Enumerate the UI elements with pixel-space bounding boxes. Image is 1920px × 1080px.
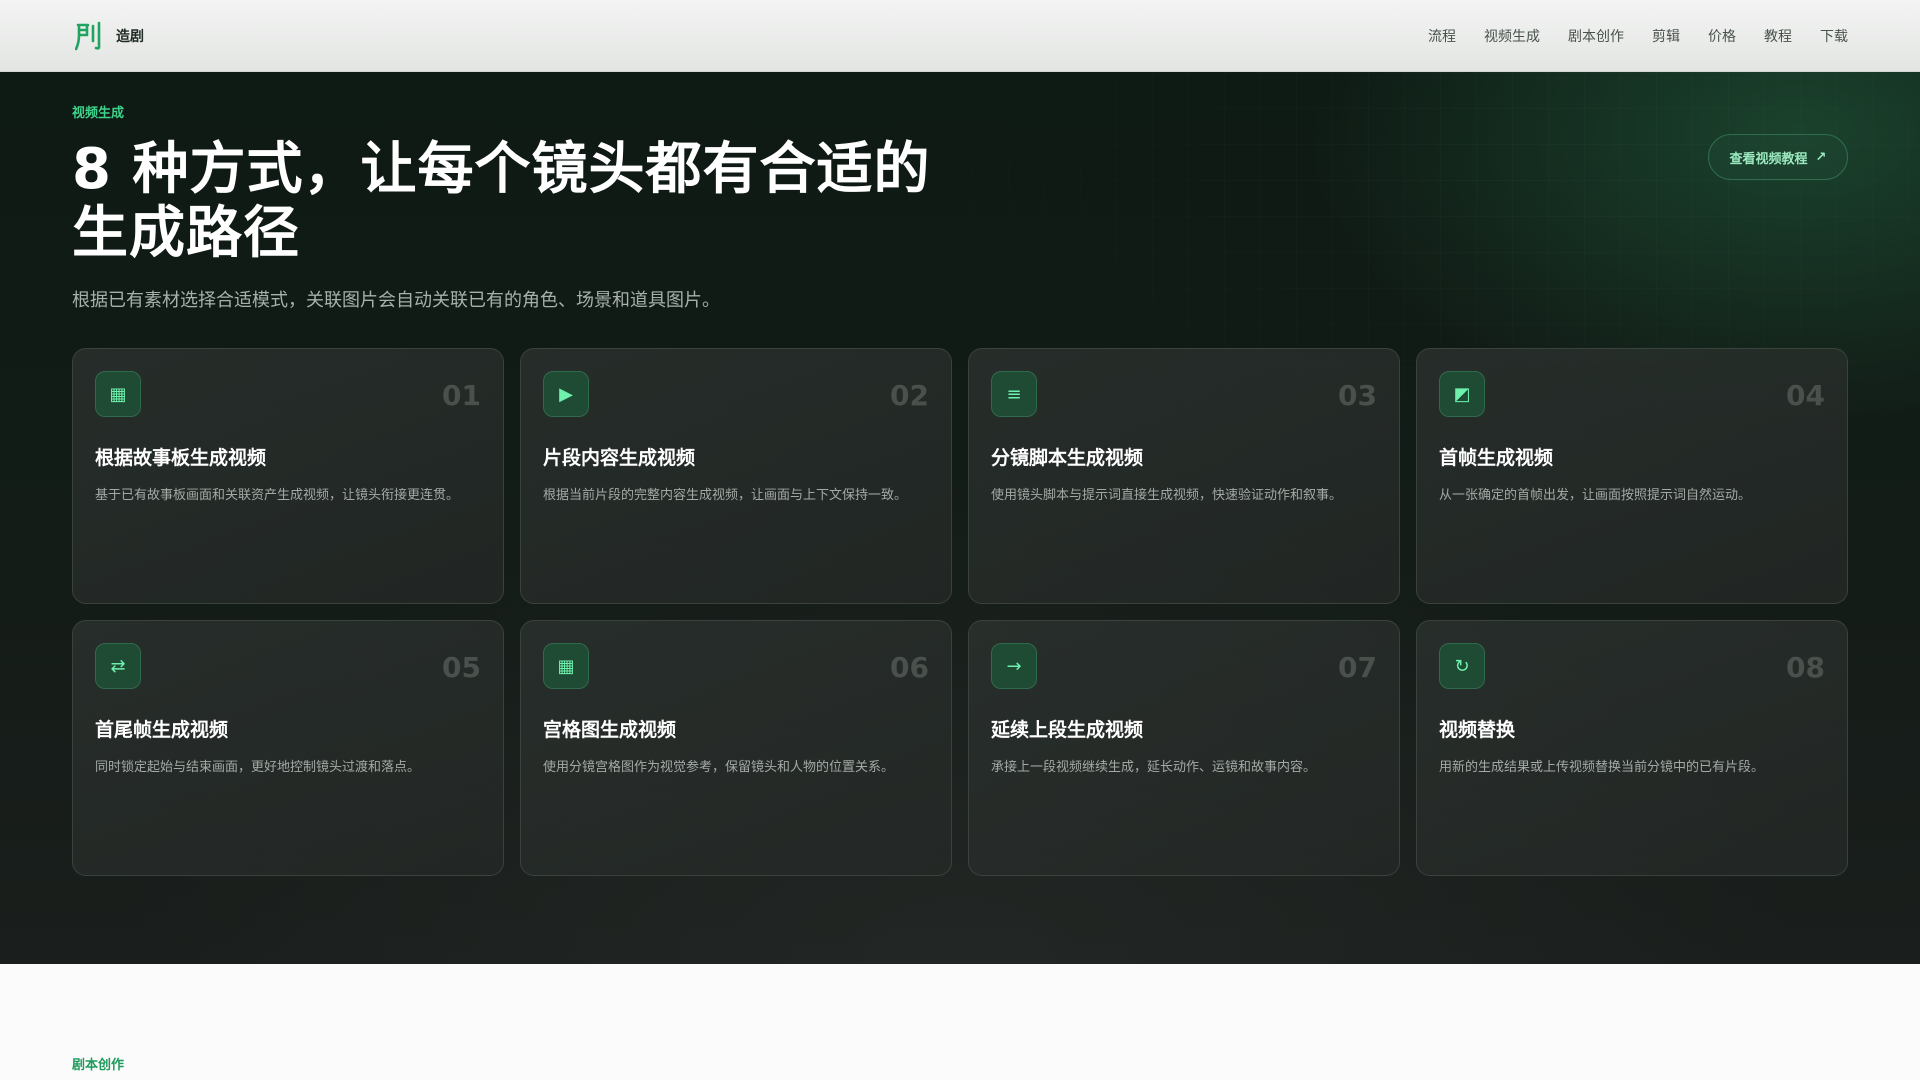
nav-item-pricing[interactable]: 价格 (1708, 26, 1736, 46)
card-title: 首尾帧生成视频 (95, 719, 229, 741)
card-description: 基于已有故事板画面和关联资产生成视频，让镜头衔接更连贯。 (95, 488, 460, 503)
card-title: 宫格图生成视频 (543, 719, 677, 741)
mode-card-storyboard[interactable]: ▦ 01 根据故事板生成视频 基于已有故事板画面和关联资产生成视频，让镜头衔接更… (72, 348, 504, 604)
grid-icon: ▦ (95, 371, 141, 417)
card-number: 01 (442, 379, 481, 412)
section-eyebrow: 视频生成 (72, 106, 125, 121)
card-title: 分镜脚本生成视频 (991, 447, 1144, 469)
mode-card-segment-content[interactable]: ▶ 02 片段内容生成视频 根据当前片段的完整内容生成视频，让画面与上下文保持一… (520, 348, 952, 604)
mode-card-continue-previous[interactable]: → 07 延续上段生成视频 承接上一段视频继续生成，延长动作、运镜和故事内容。 (968, 620, 1400, 876)
page-title: 8 种方式，让每个镜头都有合适的 生成路径 (72, 138, 952, 266)
list-icon: ≡ (991, 371, 1037, 417)
frame-icon: ◩ (1439, 371, 1485, 417)
nav-item-script-writing[interactable]: 剧本创作 (1568, 26, 1624, 46)
card-title: 视频替换 (1439, 719, 1516, 741)
card-number: 06 (890, 651, 929, 684)
card-title: 延续上段生成视频 (991, 719, 1144, 741)
card-title: 首帧生成视频 (1439, 447, 1554, 469)
mode-card-shot-script[interactable]: ≡ 03 分镜脚本生成视频 使用镜头脚本与提示词直接生成视频，快速验证动作和叙事… (968, 348, 1400, 604)
swap-arrows-icon: ⇄ (95, 643, 141, 689)
section-subtitle: 根据已有素材选择合适模式，关联图片会自动关联已有的角色、场景和道具图片。 (72, 290, 720, 311)
mode-card-grid-image[interactable]: ▦ 06 宫格图生成视频 使用分镜宫格图作为视觉参考，保留镜头和人物的位置关系。 (520, 620, 952, 876)
title-line-1: 8 种方式，让每个镜头都有合适的 (72, 137, 931, 202)
card-description: 使用镜头脚本与提示词直接生成视频，快速验证动作和叙事。 (991, 488, 1343, 503)
arrow-right-icon: → (991, 643, 1037, 689)
card-title: 根据故事板生成视频 (95, 447, 267, 469)
brand-logo-icon (72, 20, 104, 52)
card-title: 片段内容生成视频 (543, 447, 696, 469)
view-video-tutorial-button[interactable]: 查看视频教程 ↗ (1708, 134, 1848, 180)
card-description: 用新的生成结果或上传视频替换当前分镜中的已有片段。 (1439, 760, 1765, 775)
nav-item-flow[interactable]: 流程 (1428, 26, 1456, 46)
card-number: 03 (1338, 379, 1377, 412)
card-description: 使用分镜宫格图作为视觉参考，保留镜头和人物的位置关系。 (543, 760, 895, 775)
section-eyebrow: 剧本创作 (72, 1058, 125, 1073)
card-number: 05 (442, 651, 481, 684)
top-navigation-bar: 造剧 流程 视频生成 剧本创作 剪辑 价格 教程 下载 (0, 0, 1920, 72)
generation-mode-cards: ▦ 01 根据故事板生成视频 基于已有故事板画面和关联资产生成视频，让镜头衔接更… (72, 348, 1848, 876)
mode-card-first-last-frame[interactable]: ⇄ 05 首尾帧生成视频 同时锁定起始与结束画面，更好地控制镜头过渡和落点。 (72, 620, 504, 876)
brand[interactable]: 造剧 (72, 20, 144, 52)
card-number: 02 (890, 379, 929, 412)
nav-item-download[interactable]: 下载 (1820, 26, 1848, 46)
brand-name: 造剧 (116, 28, 144, 45)
grid-icon: ▦ (543, 643, 589, 689)
arrow-up-right-icon: ↗ (1815, 149, 1827, 165)
card-description: 同时锁定起始与结束画面，更好地控制镜头过渡和落点。 (95, 760, 421, 775)
nav-item-video-generation[interactable]: 视频生成 (1484, 26, 1540, 46)
video-generation-section: 视频生成 8 种方式，让每个镜头都有合适的 生成路径 根据已有素材选择合适模式，… (0, 72, 1920, 964)
card-number: 07 (1338, 651, 1377, 684)
nav-item-editing[interactable]: 剪辑 (1652, 26, 1680, 46)
mode-card-video-replace[interactable]: ↻ 08 视频替换 用新的生成结果或上传视频替换当前分镜中的已有片段。 (1416, 620, 1848, 876)
refresh-icon: ↻ (1439, 643, 1485, 689)
card-number: 04 (1786, 379, 1825, 412)
nav-item-tutorials[interactable]: 教程 (1764, 26, 1792, 46)
script-writing-section: 剧本创作 (0, 964, 1920, 1080)
card-description: 根据当前片段的完整内容生成视频，让画面与上下文保持一致。 (543, 488, 908, 503)
mode-card-first-frame[interactable]: ◩ 04 首帧生成视频 从一张确定的首帧出发，让画面按照提示词自然运动。 (1416, 348, 1848, 604)
play-icon: ▶ (543, 371, 589, 417)
card-number: 08 (1786, 651, 1825, 684)
tutorial-button-label: 查看视频教程 (1729, 151, 1808, 167)
card-description: 承接上一段视频继续生成，延长动作、运镜和故事内容。 (991, 760, 1317, 775)
card-description: 从一张确定的首帧出发，让画面按照提示词自然运动。 (1439, 488, 1752, 503)
title-line-2: 生成路径 (72, 201, 300, 266)
main-nav: 流程 视频生成 剧本创作 剪辑 价格 教程 下载 (1428, 26, 1848, 46)
